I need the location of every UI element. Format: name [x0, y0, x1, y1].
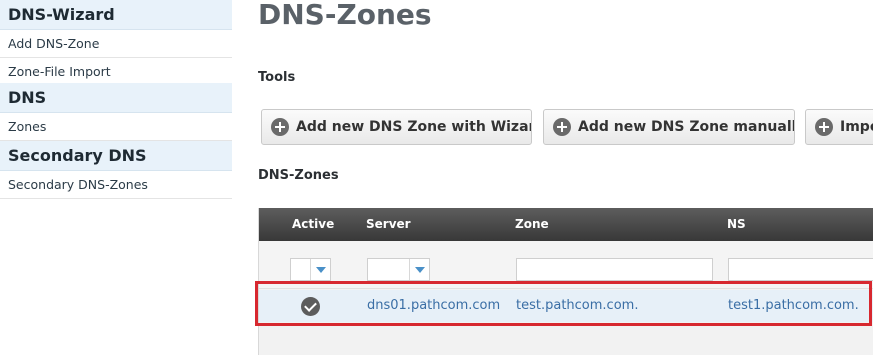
server-cell[interactable]: dns01.pathcom.com — [367, 290, 500, 322]
active-filter-select[interactable] — [290, 258, 331, 281]
sidebar-item-secondary-dns-zones[interactable]: Secondary DNS-Zones — [0, 171, 232, 199]
sidebar-section-secondary-dns: Secondary DNS — [0, 141, 232, 171]
sidebar-item-zone-file-import[interactable]: Zone-File Import — [0, 58, 232, 86]
sidebar-item-add-dns-zone[interactable]: Add DNS-Zone — [0, 30, 232, 58]
column-header-active[interactable]: Active — [292, 208, 334, 241]
add-zone-wizard-label: Add new DNS Zone with Wizard — [296, 119, 532, 135]
zone-cell[interactable]: test.pathcom.com. — [516, 290, 638, 322]
zone-filter-input[interactable] — [516, 258, 713, 281]
sidebar: DNS-Wizard Add DNS-Zone Zone-File Import… — [0, 0, 232, 355]
check-circle-icon — [301, 297, 320, 316]
add-zone-wizard-button[interactable]: Add new DNS Zone with Wizard — [261, 109, 532, 145]
dropdown-arrow-icon[interactable] — [409, 259, 429, 280]
plus-circle-icon — [271, 118, 289, 136]
table-row[interactable]: dns01.pathcom.com test.pathcom.com. test… — [259, 290, 873, 322]
sidebar-section-dns: DNS — [0, 83, 232, 113]
plus-circle-icon — [815, 118, 833, 136]
import-zone-label: Import Zone File — [840, 119, 873, 135]
page-title: DNS-Zones — [258, 0, 432, 31]
filter-row — [259, 241, 873, 289]
grid-header: Active Server Zone NS — [259, 208, 873, 241]
zones-grid: Active Server Zone NS dns01.pathcom.com … — [258, 208, 873, 355]
add-zone-manually-button[interactable]: Add new DNS Zone manually — [543, 109, 795, 145]
import-zone-button[interactable]: Import Zone File — [805, 109, 873, 145]
column-header-zone[interactable]: Zone — [515, 208, 549, 241]
plus-circle-icon — [553, 118, 571, 136]
column-header-server[interactable]: Server — [366, 208, 411, 241]
tools-label: Tools — [258, 70, 296, 85]
server-filter-select[interactable] — [367, 258, 430, 281]
dns-zones-label: DNS-Zones — [258, 168, 339, 183]
dropdown-arrow-icon[interactable] — [310, 259, 330, 280]
ns-cell[interactable]: test1.pathcom.com. — [728, 290, 859, 322]
main-content: DNS-Zones Tools Add new DNS Zone with Wi… — [232, 0, 873, 355]
column-header-ns[interactable]: NS — [727, 208, 746, 241]
sidebar-item-zones[interactable]: Zones — [0, 113, 232, 141]
sidebar-section-dns-wizard: DNS-Wizard — [0, 0, 232, 30]
ns-filter-input[interactable] — [728, 258, 873, 281]
add-zone-manually-label: Add new DNS Zone manually — [578, 119, 795, 135]
